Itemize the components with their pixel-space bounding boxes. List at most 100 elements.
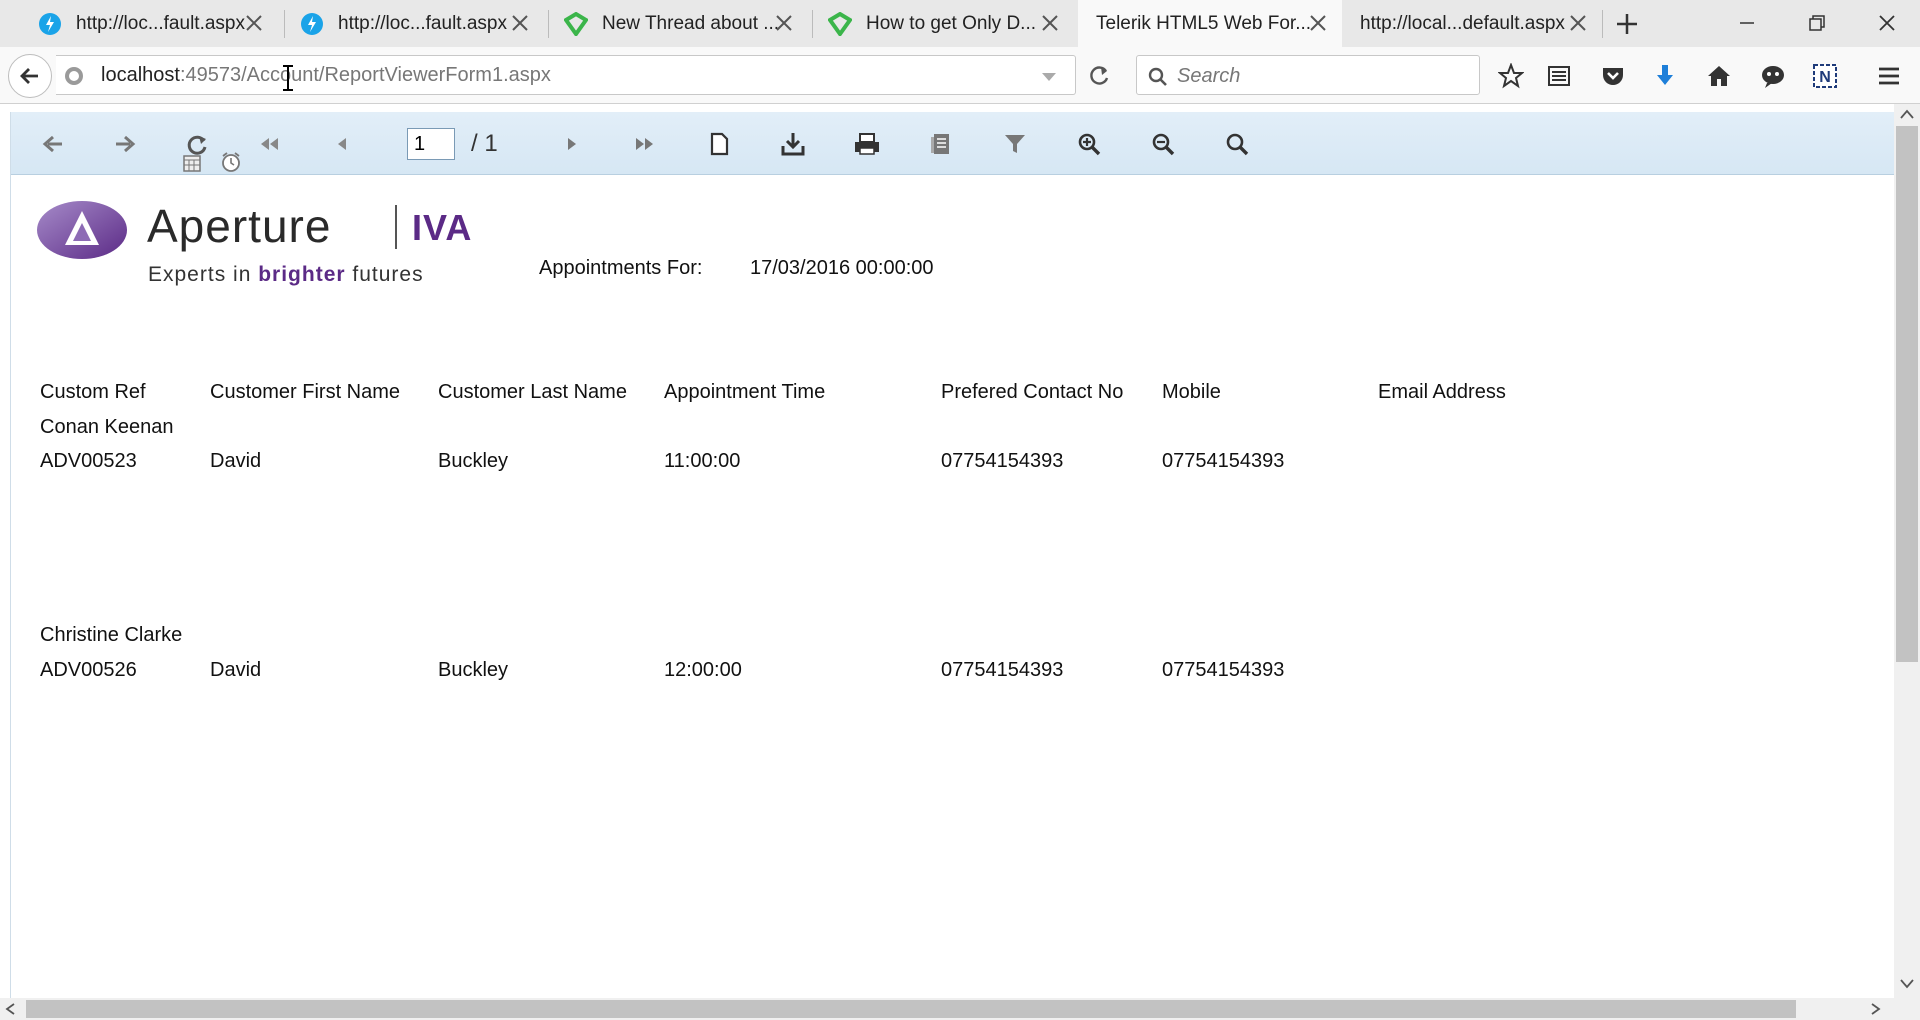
vertical-scroll-thumb[interactable] — [1896, 126, 1918, 662]
close-window-icon[interactable] — [1870, 8, 1904, 38]
bookmark-star-icon[interactable] — [1496, 61, 1526, 91]
url-bar[interactable]: localhost:49573/Account/ReportViewerForm… — [56, 55, 1076, 95]
chat-icon[interactable] — [1758, 61, 1788, 91]
col-header-appointment-time: Appointment Time — [664, 381, 826, 403]
scroll-down-arrow-icon[interactable] — [1899, 978, 1915, 990]
zoom-out-icon[interactable] — [1149, 130, 1177, 158]
telerik-icon — [828, 11, 852, 36]
tab-5-active[interactable]: Telerik HTML5 Web For... — [1078, 0, 1342, 47]
tab-label: http://loc...fault.aspx — [338, 12, 507, 34]
aperture-iva-logo: Aperture IVA Experts in brighter futures — [35, 195, 485, 295]
search-report-icon[interactable] — [1223, 130, 1251, 158]
zoom-in-icon[interactable] — [1075, 130, 1103, 158]
logo-iva-text: IVA — [412, 207, 473, 248]
row-mobile: 07754154393 — [1162, 450, 1285, 472]
appointments-date: 17/03/2016 00:00:00 — [750, 257, 934, 279]
new-tab-icon[interactable] — [1614, 11, 1640, 37]
navigate-forward-icon[interactable] — [111, 130, 139, 158]
row-last-name: Buckley — [438, 450, 509, 472]
aperture-logo-mark-icon — [37, 201, 127, 259]
back-button[interactable] — [8, 54, 52, 98]
report-viewer: / 1 Aperture IVA Experts in brighter fut… — [10, 112, 1895, 998]
row-contact-no: 07754154393 — [941, 450, 1064, 472]
tab-label: How to get Only D... — [866, 12, 1037, 34]
print-icon[interactable] — [853, 130, 881, 158]
tab-1[interactable]: http://loc...fault.aspx — [20, 0, 278, 47]
row-custom-ref: ADV00523 — [40, 450, 137, 472]
page-total: / 1 — [471, 130, 498, 157]
menu-hamburger-icon[interactable] — [1874, 61, 1904, 91]
filter-icon[interactable] — [1001, 130, 1029, 158]
navigate-back-icon[interactable] — [39, 130, 67, 158]
close-icon[interactable] — [244, 13, 264, 33]
group-name: Christine Clarke — [40, 624, 183, 646]
close-icon[interactable] — [1308, 13, 1328, 33]
lightning-icon — [300, 12, 324, 36]
col-header-last-name: Customer Last Name — [438, 381, 627, 403]
appointments-for-label: Appointments For: — [539, 257, 703, 279]
minimize-icon[interactable] — [1730, 8, 1764, 38]
home-icon[interactable] — [1704, 61, 1734, 91]
close-icon[interactable] — [1040, 13, 1060, 33]
tab-6[interactable]: http://local...default.aspx — [1342, 0, 1602, 47]
row-custom-ref: ADV00526 — [40, 659, 137, 681]
lightning-icon — [38, 12, 62, 36]
scroll-left-arrow-icon[interactable] — [4, 1002, 16, 1016]
col-header-contact-no: Prefered Contact No — [941, 381, 1124, 403]
tab-label: Telerik HTML5 Web For... — [1096, 12, 1312, 34]
url-text[interactable]: localhost:49573/Account/ReportViewerForm… — [101, 64, 551, 87]
scroll-up-arrow-icon[interactable] — [1899, 108, 1915, 120]
tab-2[interactable]: http://loc...fault.aspx — [282, 0, 544, 47]
col-header-custom-ref: Custom Ref — [40, 381, 146, 403]
group-name: Conan Keenan — [40, 416, 174, 438]
row-first-name: David — [210, 450, 262, 472]
print-preview-icon[interactable] — [705, 130, 733, 158]
row-appointment-time: 11:00:00 — [664, 450, 741, 472]
back-arrow-icon — [20, 68, 38, 84]
dropdown-arrow-icon[interactable] — [1036, 64, 1062, 90]
logo-brand-text: Aperture — [147, 200, 332, 252]
tab-strip: http://loc...fault.aspx http://loc...fau… — [0, 0, 1920, 47]
row-appointment-time: 12:00:00 — [664, 659, 742, 681]
scroll-right-arrow-icon[interactable] — [1870, 1002, 1882, 1016]
row-last-name: Buckley — [438, 659, 509, 681]
tab-label: http://local...default.aspx — [1360, 12, 1565, 34]
download-icon[interactable] — [1650, 61, 1680, 91]
svg-text:N: N — [1819, 69, 1831, 86]
reload-icon[interactable] — [1086, 63, 1112, 89]
report-page: Aperture IVA Experts in brighter futures… — [11, 175, 1895, 998]
close-icon[interactable] — [510, 13, 530, 33]
n-extension-icon[interactable]: N — [1810, 61, 1840, 91]
restore-icon[interactable] — [1800, 8, 1834, 38]
col-header-email: Email Address — [1378, 381, 1506, 403]
previous-page-icon[interactable] — [329, 130, 357, 158]
calendar-icon — [181, 152, 203, 174]
horizontal-scroll-thumb[interactable] — [26, 1000, 1796, 1018]
search-placeholder: Search — [1177, 65, 1241, 87]
tab-label: http://loc...fault.aspx — [76, 12, 245, 34]
text-cursor-icon — [283, 65, 293, 91]
search-icon — [1148, 67, 1167, 86]
site-info-icon[interactable] — [64, 66, 84, 86]
document-map-icon[interactable] — [927, 130, 955, 158]
search-input[interactable]: Search — [1136, 55, 1480, 95]
col-header-mobile: Mobile — [1162, 381, 1221, 403]
row-mobile: 07754154393 — [1162, 659, 1285, 681]
close-icon[interactable] — [1568, 13, 1588, 33]
logo-tagline: Experts in brighter futures — [148, 263, 424, 286]
col-header-first-name: Customer First Name — [210, 381, 401, 403]
telerik-icon — [564, 11, 588, 36]
report-toolbar: / 1 — [11, 112, 1895, 175]
last-page-icon[interactable] — [631, 130, 659, 158]
page-number-input[interactable] — [407, 128, 455, 160]
pocket-icon[interactable] — [1598, 61, 1628, 91]
url-path: :49573/Account/ReportViewerForm1.aspx — [179, 64, 551, 86]
first-page-icon[interactable] — [255, 130, 283, 158]
tab-3[interactable]: New Thread about ... — [546, 0, 808, 47]
tab-4[interactable]: How to get Only D... — [810, 0, 1074, 47]
next-page-icon[interactable] — [557, 130, 585, 158]
export-download-icon[interactable] — [779, 130, 807, 158]
alarm-clock-icon — [219, 150, 243, 174]
close-icon[interactable] — [774, 13, 794, 33]
reading-list-icon[interactable] — [1544, 61, 1574, 91]
